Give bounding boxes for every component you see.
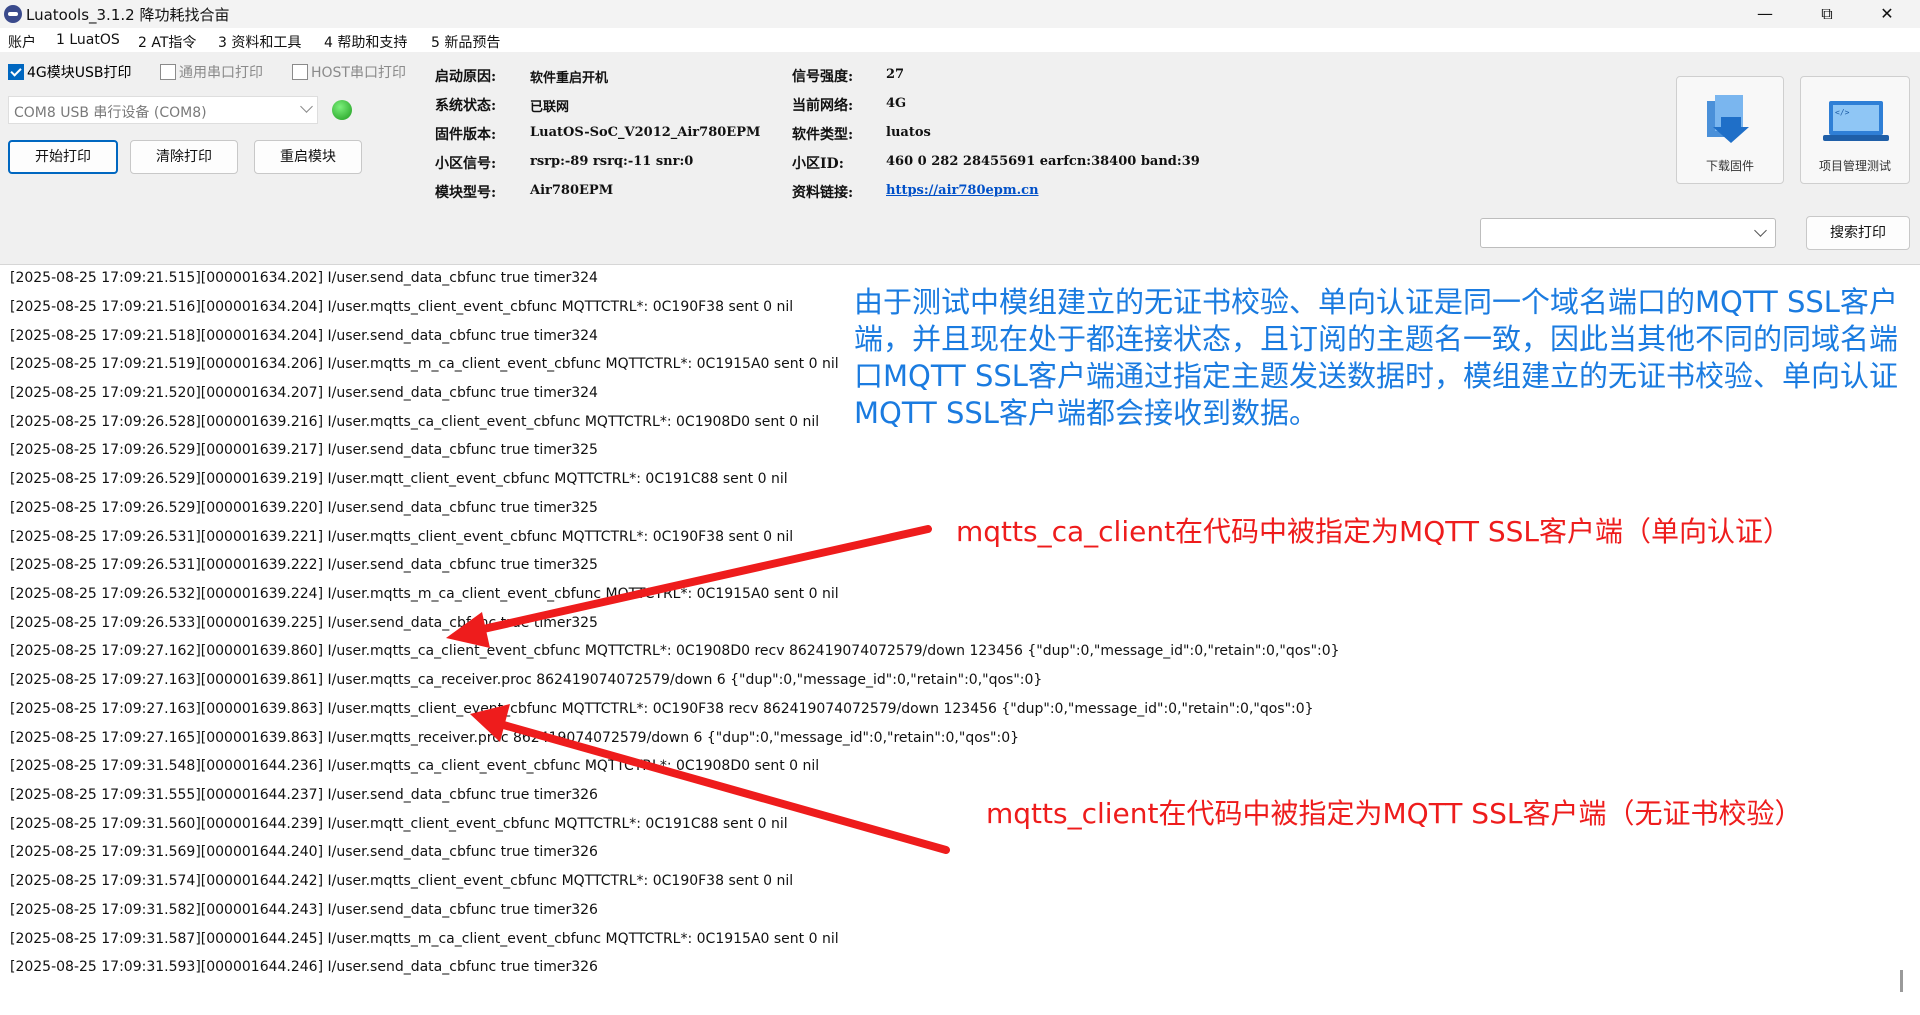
log-line: [2025-08-25 17:09:31.548][000001644.236]…	[10, 758, 820, 774]
port-select[interactable]: COM8 USB 串行设备 (COM8)	[8, 96, 318, 124]
signal-strength-value: 27	[886, 67, 905, 82]
start-print-button[interactable]: 开始打印	[8, 140, 118, 174]
sys-status-label: 系统状态:	[435, 98, 497, 114]
log-line: [2025-08-25 17:09:26.533][000001639.225]…	[10, 615, 598, 631]
log-line: [2025-08-25 17:09:26.529][000001639.219]…	[10, 471, 788, 487]
svg-text:</>: </>	[1835, 108, 1850, 117]
menu-help[interactable]: 4 帮助和支持	[324, 32, 407, 52]
menu-luatos[interactable]: 1 LuatOS	[56, 32, 120, 48]
search-print-button[interactable]: 搜索打印	[1806, 216, 1910, 250]
signal-strength-label: 信号强度:	[792, 69, 854, 85]
clear-print-button[interactable]: 清除打印	[130, 140, 238, 174]
log-line: [2025-08-25 17:09:21.519][000001634.206]…	[10, 356, 839, 372]
software-type-label: 软件类型:	[792, 127, 854, 143]
close-button[interactable]: ✕	[1864, 0, 1910, 28]
download-firmware-label: 下载固件	[1705, 159, 1754, 173]
log-scrollbar[interactable]	[1900, 970, 1903, 992]
title-bar: Luatools_3.1.2 降功耗找合亩 — ⧉ ✕	[0, 0, 1920, 28]
network-value: 4G	[886, 96, 907, 111]
laptop-code-icon: </>	[1823, 101, 1889, 141]
general-serial-checkbox[interactable]: 通用串口打印	[160, 62, 263, 82]
log-line: [2025-08-25 17:09:26.529][000001639.220]…	[10, 500, 598, 516]
minimize-button[interactable]: —	[1742, 0, 1788, 28]
menu-docs-tools[interactable]: 3 资料和工具	[218, 32, 301, 52]
log-line: [2025-08-25 17:09:26.531][000001639.221]…	[10, 529, 794, 545]
window-title: Luatools_3.1.2 降功耗找合亩	[26, 6, 230, 24]
menu-at-commands[interactable]: 2 AT指令	[138, 32, 196, 52]
log-line: [2025-08-25 17:09:27.162][000001639.860]…	[10, 643, 1340, 659]
network-label: 当前网络:	[792, 98, 854, 114]
search-filter-select[interactable]	[1480, 218, 1776, 248]
firmware-value: LuatOS-SoC_V2012_Air780EPM	[530, 125, 761, 140]
sys-status-value: 已联网	[530, 100, 570, 115]
download-firmware-icon	[1707, 95, 1749, 143]
menu-account[interactable]: 账户	[8, 32, 36, 52]
port-select-value: COM8 USB 串行设备 (COM8)	[14, 105, 207, 121]
log-line: [2025-08-25 17:09:21.516][000001634.204]…	[10, 299, 794, 315]
module-model-value: Air780EPM	[530, 183, 614, 198]
boot-reason-label: 启动原因:	[435, 69, 497, 85]
log-line: [2025-08-25 17:09:31.555][000001644.237]…	[10, 787, 598, 803]
chevron-down-icon	[1754, 224, 1767, 237]
log-line: [2025-08-25 17:09:27.163][000001639.861]…	[10, 672, 1043, 688]
client-annotation: mqtts_client在代码中被指定为MQTT SSL客户端（无证书校验）	[986, 797, 1803, 830]
log-line: [2025-08-25 17:09:31.569][000001644.240]…	[10, 844, 598, 860]
host-serial-checkbox[interactable]: HOST串口打印	[292, 62, 406, 82]
log-line: [2025-08-25 17:09:31.587][000001644.245]…	[10, 931, 839, 947]
log-line: [2025-08-25 17:09:31.582][000001644.243]…	[10, 902, 598, 918]
software-type-value: luatos	[886, 125, 931, 140]
log-line: [2025-08-25 17:09:26.528][000001639.216]…	[10, 414, 820, 430]
boot-reason-value: 软件重启开机	[530, 71, 609, 86]
doc-link-label: 资料链接:	[792, 185, 854, 201]
firmware-label: 固件版本:	[435, 127, 497, 143]
blue-annotation-note: 由于测试中模组建立的无证书校验、单向认证是同一个域名端口的MQTT SSL客户端…	[854, 285, 1899, 430]
cell-signal-value: rsrp:-89 rsrq:-11 snr:0	[530, 154, 694, 169]
project-manage-tile[interactable]: </> 项目管理测试	[1800, 76, 1910, 184]
download-firmware-tile[interactable]: 下载固件	[1676, 76, 1784, 184]
ca-client-annotation: mqtts_ca_client在代码中被指定为MQTT SSL客户端（单向认证）	[956, 515, 1792, 548]
log-line: [2025-08-25 17:09:31.560][000001644.239]…	[10, 816, 788, 832]
module-model-label: 模块型号:	[435, 185, 497, 201]
log-line: [2025-08-25 17:09:27.163][000001639.863]…	[10, 701, 1314, 717]
log-line: [2025-08-25 17:09:26.532][000001639.224]…	[10, 586, 839, 602]
reset-module-button[interactable]: 重启模块	[254, 140, 362, 174]
doc-link[interactable]: https://air780epm.cn	[886, 183, 1039, 198]
cell-id-label: 小区ID:	[792, 156, 844, 172]
log-line: [2025-08-25 17:09:27.165][000001639.863]…	[10, 730, 1020, 746]
cell-signal-label: 小区信号:	[435, 156, 497, 172]
menu-bar: 账户 1 LuatOS 2 AT指令 3 资料和工具 4 帮助和支持 5 新品预…	[0, 28, 1920, 52]
menu-new-products[interactable]: 5 新品预告	[431, 32, 500, 52]
project-manage-label: 项目管理测试	[1818, 159, 1891, 173]
log-line: [2025-08-25 17:09:31.574][000001644.242]…	[10, 873, 794, 889]
status-led-icon	[332, 100, 352, 120]
log-line: [2025-08-25 17:09:31.593][000001644.246]…	[10, 959, 598, 975]
app-logo-icon	[4, 5, 22, 23]
log-line: [2025-08-25 17:09:26.531][000001639.222]…	[10, 557, 598, 573]
maximize-button[interactable]: ⧉	[1804, 0, 1850, 28]
log-line: [2025-08-25 17:09:26.529][000001639.217]…	[10, 442, 598, 458]
cell-id-value: 460 0 282 28455691 earfcn:38400 band:39	[886, 154, 1200, 169]
log-line: [2025-08-25 17:09:21.518][000001634.204]…	[10, 328, 598, 344]
chevron-down-icon	[300, 100, 313, 113]
usb-print-checkbox[interactable]: 4G模块USB打印	[8, 62, 132, 82]
log-line: [2025-08-25 17:09:21.515][000001634.202]…	[10, 270, 598, 286]
log-line: [2025-08-25 17:09:21.520][000001634.207]…	[10, 385, 598, 401]
checkbox-checked-icon	[8, 64, 24, 80]
